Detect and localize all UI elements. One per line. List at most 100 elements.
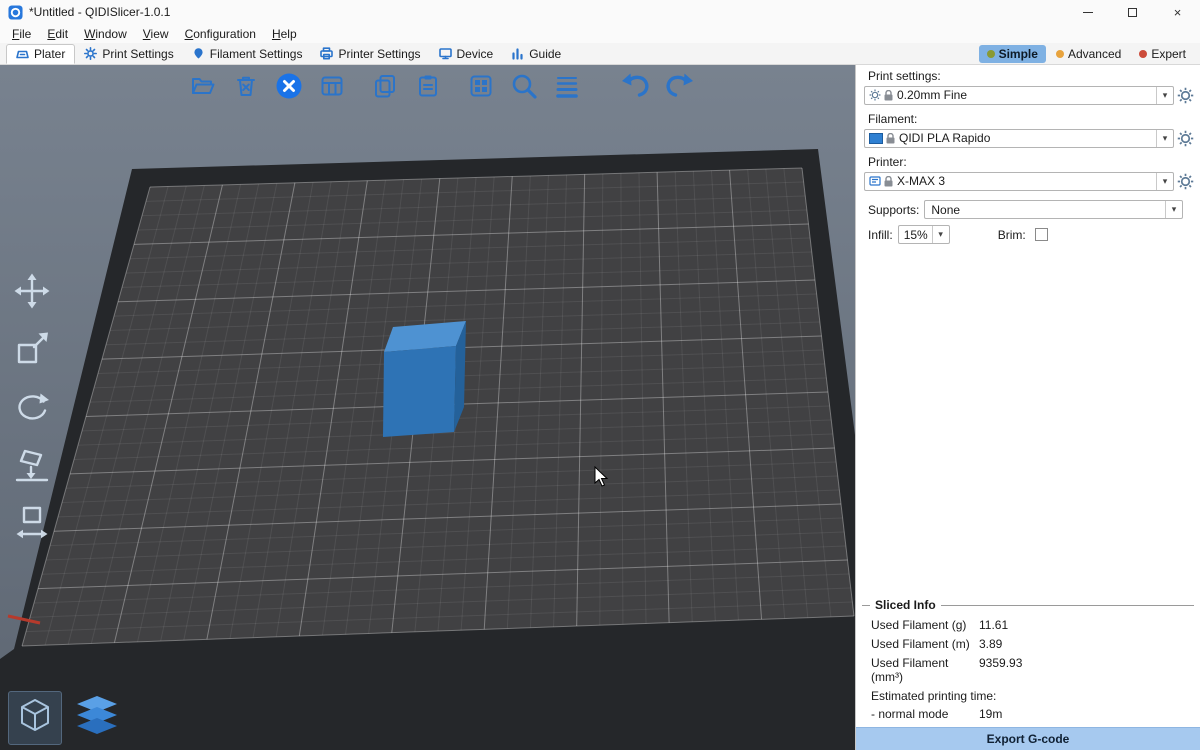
place-on-face-icon [13, 446, 51, 484]
menu-file[interactable]: File [4, 25, 39, 43]
model-cube[interactable] [383, 321, 466, 437]
menu-window[interactable]: Window [76, 25, 135, 43]
rotate-tool-button[interactable] [12, 387, 52, 427]
move-tool-button[interactable] [12, 271, 52, 311]
search-button[interactable] [509, 71, 539, 101]
menu-configuration[interactable]: Configuration [177, 25, 264, 43]
infill-combo[interactable]: 15% ▾ [898, 225, 950, 244]
chevron-down-icon: ▾ [1165, 201, 1182, 218]
brim-checkbox[interactable] [1035, 228, 1048, 241]
title-bar: *Untitled - QIDISlicer-1.0.1 × [0, 0, 1200, 24]
infill-value: 15% [904, 228, 932, 242]
editor-view-button[interactable] [8, 691, 62, 745]
undo-icon [621, 72, 651, 100]
tab-printer-settings[interactable]: Printer Settings [311, 45, 429, 63]
printer-value: X-MAX 3 [897, 174, 1156, 188]
maximize-button[interactable] [1110, 0, 1155, 24]
tab-guide[interactable]: Guide [502, 45, 570, 63]
paste-button[interactable] [413, 71, 443, 101]
variable-layer-height-button[interactable] [552, 71, 582, 101]
open-folder-icon [190, 73, 216, 99]
mode-simple[interactable]: Simple [979, 45, 1046, 63]
preview-view-button[interactable] [70, 691, 124, 745]
minimize-icon [1083, 12, 1093, 13]
bars-icon [511, 47, 524, 60]
layer-lines-icon [554, 73, 580, 99]
brim-label: Brim: [998, 228, 1026, 242]
filament-gear-button[interactable] [1174, 128, 1196, 148]
chevron-down-icon: ▾ [1156, 173, 1173, 190]
lock-icon [884, 176, 893, 187]
tab-plater[interactable]: Plater [6, 44, 75, 64]
chevron-down-icon: ▾ [932, 226, 949, 243]
sliced-info-row: Used Filament (mm³)9359.93 [862, 653, 1194, 686]
tab-device[interactable]: Device [430, 45, 503, 63]
close-button[interactable]: × [1155, 0, 1200, 24]
plater-toolbar [188, 71, 694, 101]
redo-icon [664, 72, 694, 100]
copy-button[interactable] [370, 71, 400, 101]
gear-icon [84, 47, 97, 60]
delete-all-icon [275, 72, 303, 100]
filament-combo[interactable]: QIDI PLA Rapido ▾ [864, 129, 1174, 148]
supports-value: None [931, 203, 1165, 217]
scale-tool-button[interactable] [12, 329, 52, 369]
menu-edit[interactable]: Edit [39, 25, 76, 43]
scene-canvas[interactable] [0, 65, 855, 750]
delete-all-button[interactable] [274, 71, 304, 101]
print-settings-combo[interactable]: 0.20mm Fine ▾ [864, 86, 1174, 105]
advanced-dot-icon [1056, 50, 1064, 58]
delete-button[interactable] [231, 71, 261, 101]
menu-view[interactable]: View [135, 25, 177, 43]
redo-button[interactable] [664, 71, 694, 101]
sliced-info-row: Used Filament (m)3.89 [862, 634, 1194, 653]
export-gcode-button[interactable]: Export G-code [856, 727, 1200, 750]
print-settings-value: 0.20mm Fine [897, 88, 1156, 102]
menu-help[interactable]: Help [264, 25, 305, 43]
printer-gear-button[interactable] [1174, 171, 1196, 191]
tab-filament-settings[interactable]: Filament Settings [183, 45, 312, 63]
sliced-info-title: Sliced Info [870, 598, 941, 612]
minimize-button[interactable] [1065, 0, 1110, 24]
plater-icon [16, 48, 29, 61]
cube-view-icon [15, 696, 55, 741]
monitor-icon [439, 47, 452, 60]
split-button[interactable] [466, 71, 496, 101]
mode-advanced[interactable]: Advanced [1048, 45, 1129, 63]
mode-expert[interactable]: Expert [1131, 45, 1194, 63]
filament-label: Filament: [868, 112, 1200, 126]
print-settings-gear-button[interactable] [1174, 85, 1196, 105]
open-project-button[interactable] [188, 71, 218, 101]
expert-dot-icon [1139, 50, 1147, 58]
simple-dot-icon [987, 50, 995, 58]
scale-icon [13, 330, 51, 368]
search-icon [510, 72, 538, 100]
app-logo-icon [8, 5, 23, 20]
printer-combo[interactable]: X-MAX 3 ▾ [864, 172, 1174, 191]
supports-combo[interactable]: None ▾ [924, 200, 1183, 219]
tab-print-settings[interactable]: Print Settings [75, 45, 182, 63]
printer-icon [320, 47, 333, 60]
settings-sidebar: Print settings: 0.20mm Fine ▾ Filament: … [855, 65, 1200, 750]
arrange-button[interactable] [317, 71, 347, 101]
measure-tool-button[interactable] [12, 503, 52, 543]
viewport-3d[interactable] [0, 65, 855, 750]
rotate-icon [13, 388, 51, 426]
print-settings-label: Print settings: [868, 69, 1200, 83]
estimated-time-label: Estimated printing time: [862, 686, 1194, 704]
view-switcher [8, 691, 124, 745]
measure-icon [13, 504, 51, 542]
undo-button[interactable] [621, 71, 651, 101]
supports-label: Supports: [868, 203, 919, 217]
manipulation-toolbar [12, 271, 52, 543]
close-icon: × [1174, 5, 1182, 20]
place-on-face-tool-button[interactable] [12, 445, 52, 485]
filament-value: QIDI PLA Rapido [899, 131, 1156, 145]
tab-bar: Plater Print Settings Filament Settings … [0, 43, 1200, 65]
copy-icon [372, 73, 398, 99]
printer-label: Printer: [868, 155, 1200, 169]
menu-bar: File Edit Window View Configuration Help [0, 24, 1200, 43]
sliced-info-panel: Sliced Info Used Filament (g)11.61 Used … [862, 605, 1194, 723]
arrange-grid-icon [319, 73, 345, 99]
sliced-info-row: Used Filament (g)11.61 [862, 615, 1194, 634]
